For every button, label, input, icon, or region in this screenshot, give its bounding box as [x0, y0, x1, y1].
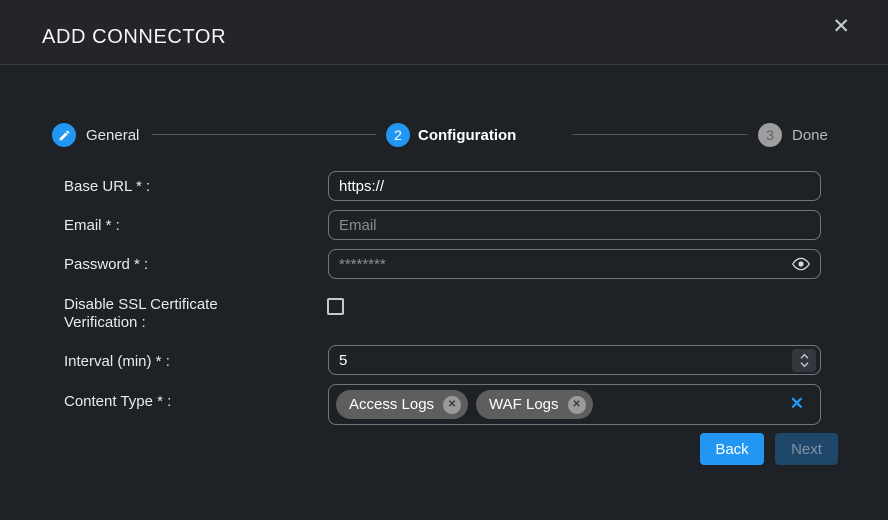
step-configuration-indicator[interactable]: 2 — [386, 123, 410, 147]
close-icon: ✕ — [832, 15, 850, 38]
tag-access-logs: Access Logs ✕ — [336, 390, 468, 419]
tag-waf-logs: WAF Logs ✕ — [476, 390, 592, 419]
step-done-number: 3 — [766, 127, 774, 143]
content-type-multiselect[interactable]: Access Logs ✕ WAF Logs ✕ ✕ — [328, 384, 821, 425]
ssl-label-line2: Verification : — [64, 314, 146, 331]
step-general-label: General — [86, 127, 139, 144]
base-url-input[interactable] — [329, 172, 820, 200]
toggle-password-visibility-button[interactable] — [791, 257, 811, 271]
step-done-label: Done — [792, 127, 828, 144]
stepper-connector-line — [572, 134, 748, 135]
eye-icon — [791, 259, 811, 274]
remove-tag-icon[interactable]: ✕ — [443, 396, 461, 414]
base-url-label: Base URL * : — [64, 178, 150, 196]
ssl-verification-checkbox[interactable] — [327, 298, 344, 315]
email-field-box — [328, 210, 821, 240]
modal-header: ADD CONNECTOR ✕ — [0, 0, 888, 65]
content-type-label: Content Type * : — [64, 393, 171, 411]
ssl-label-line1: Disable SSL Certificate — [64, 296, 218, 313]
chevron-up-down-icon — [799, 352, 810, 369]
step-configuration-number: 2 — [394, 127, 402, 143]
close-button[interactable]: ✕ — [832, 16, 850, 37]
pencil-icon — [58, 129, 71, 142]
password-input[interactable] — [329, 250, 820, 278]
password-field-box — [328, 249, 821, 279]
interval-input[interactable] — [329, 346, 820, 374]
email-label: Email * : — [64, 217, 120, 235]
remove-tag-icon[interactable]: ✕ — [568, 396, 586, 414]
back-button[interactable]: Back — [700, 433, 764, 465]
next-button[interactable]: Next — [775, 433, 838, 465]
step-general-indicator[interactable] — [52, 123, 76, 147]
interval-number-spinner[interactable] — [792, 349, 816, 372]
tag-label: WAF Logs — [489, 396, 558, 413]
step-done-indicator: 3 — [758, 123, 782, 147]
add-connector-modal: ADD CONNECTOR ✕ General 2 Configuration … — [0, 0, 888, 520]
step-configuration-label: Configuration — [418, 127, 516, 144]
modal-title: ADD CONNECTOR — [42, 26, 226, 49]
base-url-field-box — [328, 171, 821, 201]
interval-field-box — [328, 345, 821, 375]
clear-all-icon[interactable]: ✕ — [790, 395, 804, 412]
tag-label: Access Logs — [349, 396, 434, 413]
password-label: Password * : — [64, 256, 148, 274]
interval-label: Interval (min) * : — [64, 353, 170, 371]
ssl-verification-label: Disable SSL Certificate Verification : — [64, 296, 218, 332]
email-input[interactable] — [329, 211, 820, 239]
stepper-connector-line — [152, 134, 376, 135]
